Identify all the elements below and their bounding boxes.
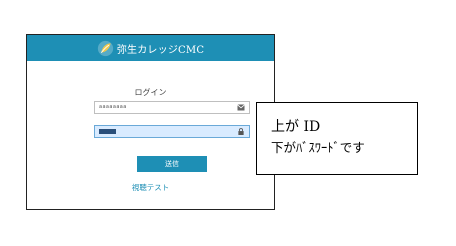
viewing-test-link[interactable]: 視聴テスト bbox=[27, 182, 274, 193]
brand-logo: 弥生カレッジCMC bbox=[97, 40, 204, 57]
annotation-line-2: 下がﾊﾞｽﾜｰﾄﾞです bbox=[271, 140, 365, 155]
lock-icon bbox=[238, 128, 244, 135]
password-field[interactable] bbox=[94, 125, 250, 138]
password-masked-value bbox=[99, 129, 116, 134]
id-field-value: aaaaaaaa bbox=[99, 104, 127, 110]
leaf-logo-icon bbox=[97, 40, 113, 56]
annotation-box: 上が ID 下がﾊﾞｽﾜｰﾄﾞです bbox=[256, 102, 418, 175]
brand-name: 弥生カレッジCMC bbox=[116, 44, 205, 56]
header-bar: 弥生カレッジCMC bbox=[27, 35, 274, 61]
login-window: 弥生カレッジCMC ログイン aaaaaaaa 送信 視聴テスト bbox=[26, 34, 275, 210]
envelope-icon bbox=[237, 104, 245, 111]
id-field[interactable]: aaaaaaaa bbox=[94, 101, 250, 114]
login-title: ログイン bbox=[134, 88, 167, 97]
annotation-line-1: 上が ID bbox=[271, 119, 321, 135]
submit-button[interactable]: 送信 bbox=[137, 156, 207, 172]
